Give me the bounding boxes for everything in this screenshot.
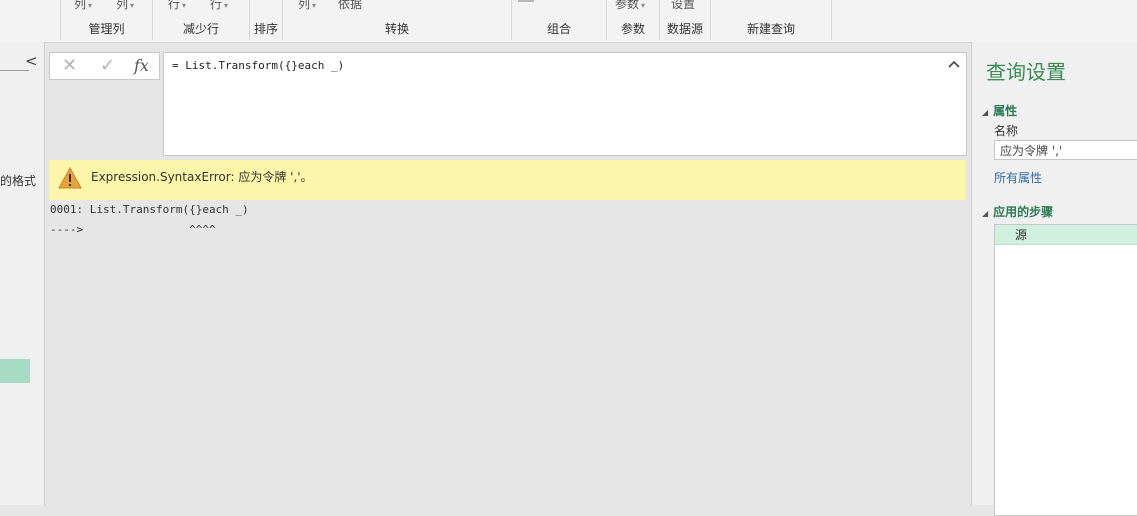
dropdown-arrow-icon: ▾ xyxy=(130,1,135,10)
dropdown-arrow-icon: ▾ xyxy=(224,1,229,10)
collapse-pane-icon[interactable]: < xyxy=(25,52,38,70)
warning-icon xyxy=(58,166,82,189)
check-icon[interactable]: ✓ xyxy=(100,55,115,76)
formula-text[interactable]: = List.Transform({}each _) xyxy=(172,59,344,72)
ribbon-button-icon-fragment xyxy=(518,0,534,2)
group-data-sources: 数据源 xyxy=(666,22,703,36)
ribbon-button-row-2[interactable]: 行 ▾ xyxy=(210,0,228,12)
group-sort: 排序 xyxy=(253,22,278,36)
ribbon-button-parameters[interactable]: 参数 ▾ xyxy=(615,0,645,12)
ribbon-button-label: 列 xyxy=(74,0,87,11)
section-title: 属性 xyxy=(993,104,1018,118)
name-label: 名称 xyxy=(994,124,1019,138)
formula-bar-buttons: ✕ ✓ fx xyxy=(49,52,160,80)
ribbon-button-label: 列 xyxy=(116,0,129,11)
error-message: Expression.SyntaxError: 应为令牌 ','。 xyxy=(91,170,313,184)
error-detail-line: 0001: List.Transform({}each _) xyxy=(50,203,249,216)
query-settings-pane: 查询设置 ◢ 属性 名称 所有属性 ◢ 应用的步骤 源 xyxy=(971,42,1137,516)
nav-divider xyxy=(0,70,29,71)
ribbon-button-label: 行 xyxy=(168,0,181,11)
ribbon: 列 ▾ 列 ▾ 行 ▾ 行 ▾ 列 ▾ 依据 参数 ▾ 设置 管理列 减少行 排序 转换 组… xyxy=(0,0,1137,43)
error-banner: Expression.SyntaxError: 应为令牌 ','。 xyxy=(49,160,966,200)
all-properties-link[interactable]: 所有属性 xyxy=(994,169,1042,186)
group-parameters: 参数 xyxy=(620,22,645,36)
group-reduce-rows: 减少行 xyxy=(182,22,219,36)
dropdown-arrow-icon: ▾ xyxy=(88,1,93,10)
properties-section-header[interactable]: ◢ 属性 xyxy=(982,102,1017,119)
ribbon-button-basis[interactable]: 依据 xyxy=(338,0,362,12)
formula-editor[interactable]: = List.Transform({}each _) xyxy=(163,52,967,156)
group-manage-columns: 管理列 xyxy=(88,22,125,36)
applied-steps-list: 源 xyxy=(994,224,1137,516)
collapse-triangle-icon: ◢ xyxy=(982,209,989,218)
pane-title: 查询设置 xyxy=(986,60,1066,84)
ribbon-button-label: 设置 xyxy=(671,0,696,11)
ribbon-separator xyxy=(831,0,832,40)
dropdown-arrow-icon: ▾ xyxy=(182,1,187,10)
error-pointer-line: ----> ^^^^ xyxy=(50,223,216,236)
group-transform: 转换 xyxy=(384,22,409,36)
collapse-triangle-icon: ◢ xyxy=(982,108,989,117)
ribbon-button-column-1[interactable]: 列 ▾ xyxy=(74,0,92,12)
ribbon-button-column-3[interactable]: 列 ▾ xyxy=(298,0,316,12)
nav-selected-query[interactable] xyxy=(0,359,30,383)
ribbon-button-label: 参数 xyxy=(615,0,640,11)
ribbon-button-row-1[interactable]: 行 ▾ xyxy=(168,0,186,12)
ribbon-button-label: 依据 xyxy=(338,0,363,11)
group-new-query: 新建查询 xyxy=(746,22,795,36)
group-combine: 组合 xyxy=(546,22,571,36)
name-field[interactable] xyxy=(994,140,1137,160)
dropdown-arrow-icon: ▾ xyxy=(641,1,646,10)
ribbon-button-settings[interactable]: 设置 xyxy=(671,0,695,12)
ribbon-button-column-2[interactable]: 列 ▾ xyxy=(116,0,134,12)
dropdown-arrow-icon: ▾ xyxy=(312,1,317,10)
queries-nav-pane xyxy=(0,42,45,505)
ribbon-button-label: 行 xyxy=(210,0,223,11)
applied-steps-section-header[interactable]: ◢ 应用的步骤 xyxy=(982,203,1053,220)
ribbon-button-label: 列 xyxy=(298,0,311,11)
step-item-source[interactable]: 源 xyxy=(995,225,1137,245)
fx-icon[interactable]: fx xyxy=(134,56,149,75)
close-icon[interactable]: ✕ xyxy=(62,55,77,76)
chevron-up-icon[interactable] xyxy=(946,57,962,73)
section-title: 应用的步骤 xyxy=(993,205,1054,219)
nav-item-format-fragment[interactable]: 的格式 xyxy=(0,172,36,189)
